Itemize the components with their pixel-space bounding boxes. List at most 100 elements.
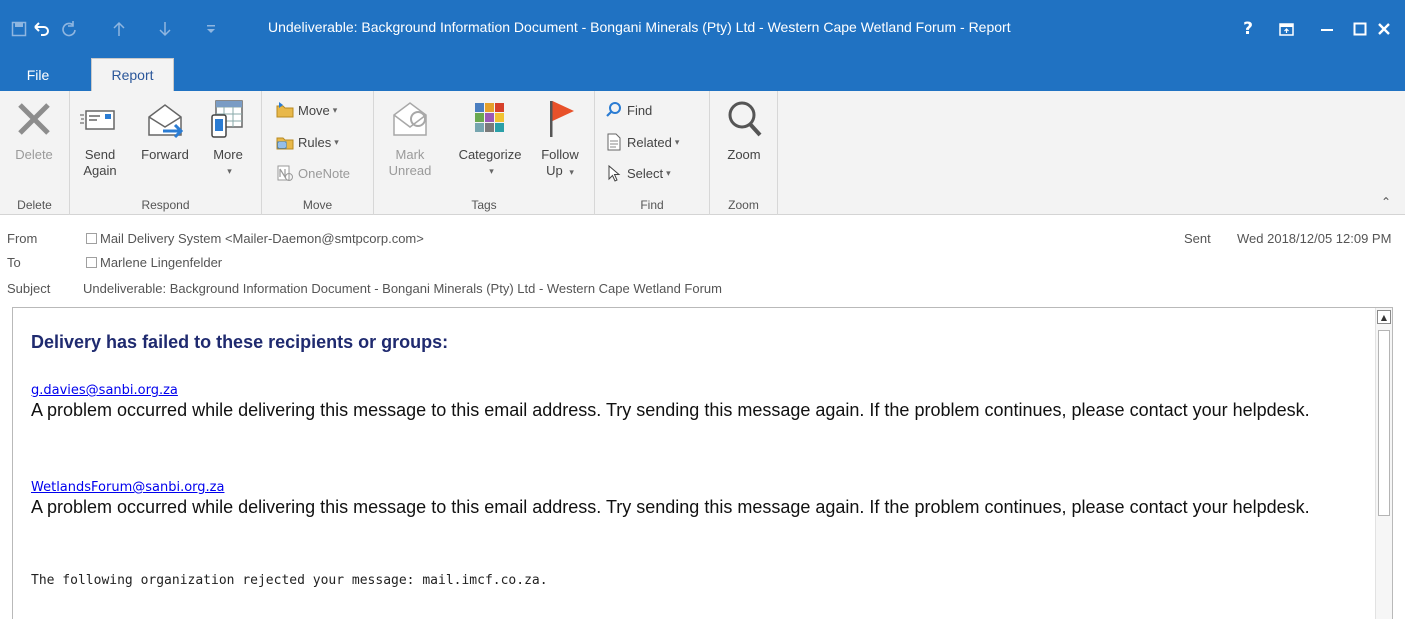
- scroll-up-arrow-icon[interactable]: ▲: [1377, 310, 1391, 324]
- mark-unread-button[interactable]: Mark Unread: [386, 97, 434, 179]
- follow-up-button[interactable]: Follow Up ▾: [534, 97, 586, 180]
- forward-label: Forward: [141, 147, 189, 162]
- onenote-label: OneNote: [298, 165, 351, 181]
- undo-icon[interactable]: [28, 14, 54, 44]
- subject-value: Undeliverable: Background Information Do…: [83, 281, 722, 296]
- to-row: To Marlene Lingenfelder: [0, 255, 1405, 275]
- follow-up-caret: ▾: [569, 167, 574, 177]
- to-value[interactable]: Marlene Lingenfelder: [86, 255, 222, 270]
- mark-unread-label-2: Unread: [388, 163, 432, 178]
- forward-icon: [148, 104, 184, 139]
- select-button[interactable]: Select ▾: [605, 162, 671, 184]
- delete-button[interactable]: Delete: [4, 97, 64, 163]
- title-bar: Undeliverable: Background Information Do…: [0, 0, 1405, 58]
- ribbon-tab-row: File Report: [0, 58, 1405, 91]
- send-again-label-2: Again: [83, 163, 117, 178]
- customize-icon[interactable]: [198, 14, 224, 44]
- related-label: Related: [627, 134, 672, 150]
- delete-label: Delete: [15, 147, 53, 162]
- from-label: From: [7, 231, 38, 246]
- onenote-icon: [277, 165, 293, 181]
- more-label: More: [213, 147, 243, 162]
- ribbon-group-tags: Mark Unread Categorize ▾ Follow Up ▾ Tag…: [374, 91, 595, 215]
- vertical-scrollbar[interactable]: ▲: [1375, 308, 1392, 619]
- close-button[interactable]: [1365, 12, 1403, 46]
- related-button[interactable]: Related ▾: [605, 131, 679, 153]
- move-caret: ▾: [332, 104, 338, 115]
- message-header: From Mail Delivery System <Mailer-Daemon…: [0, 225, 1405, 305]
- rules-icon: [276, 137, 294, 150]
- ribbon-display-options-button[interactable]: [1267, 12, 1305, 46]
- send-again-label-1: Send: [84, 147, 116, 162]
- help-button[interactable]: ?: [1229, 12, 1267, 46]
- scrollbar-thumb[interactable]: [1378, 330, 1390, 516]
- tab-report[interactable]: Report: [91, 58, 174, 91]
- zoom-button[interactable]: Zoom: [718, 97, 770, 163]
- from-row: From Mail Delivery System <Mailer-Daemon…: [0, 231, 1405, 251]
- mark-unread-label-1: Mark: [395, 147, 425, 162]
- find-label: Find: [627, 102, 653, 118]
- select-caret: ▾: [666, 167, 671, 178]
- categorize-label: Categorize: [458, 147, 522, 162]
- select-label: Select: [627, 165, 664, 181]
- group-label-move: Move: [302, 198, 333, 212]
- from-value[interactable]: Mail Delivery System <Mailer-Daemon@smtp…: [86, 231, 424, 246]
- ribbon-group-zoom: Zoom Zoom: [710, 91, 778, 215]
- find-button[interactable]: Find: [605, 99, 652, 121]
- more-respond-button[interactable]: More ▾: [204, 97, 252, 179]
- down-arrow-icon[interactable]: [152, 14, 178, 44]
- ribbon-group-delete: Delete Delete: [0, 91, 70, 215]
- recipient-email-link[interactable]: g.davies@sanbi.org.za: [31, 383, 178, 398]
- related-document-icon: [607, 133, 621, 151]
- categorize-icon: [475, 103, 504, 132]
- group-label-respond: Respond: [141, 198, 190, 212]
- recipient-error-message: A problem occurred while delivering this…: [31, 400, 1310, 420]
- forward-button[interactable]: Forward: [132, 97, 198, 163]
- move-label: Move: [298, 102, 330, 118]
- redo-icon[interactable]: [56, 14, 82, 44]
- to-address: Marlene Lingenfelder: [100, 255, 223, 270]
- window-title: Undeliverable: Background Information Do…: [268, 19, 1011, 35]
- sent-label: Sent: [1184, 231, 1211, 246]
- recipient-contact-checkbox-icon: [86, 257, 97, 268]
- follow-up-flag-icon: [550, 101, 574, 137]
- ribbon-group-find: Find Related ▾ Select ▾ Find: [595, 91, 710, 215]
- folder-move-icon: [276, 102, 294, 118]
- sent-value: Wed 2018/12/05 12:09 PM: [1237, 231, 1392, 246]
- move-button[interactable]: Move ▾: [276, 99, 337, 121]
- message-body[interactable]: Delivery has failed to these recipients …: [12, 307, 1393, 619]
- find-search-icon: [606, 102, 621, 117]
- send-again-button[interactable]: Send Again: [76, 97, 124, 179]
- up-arrow-icon[interactable]: [106, 14, 132, 44]
- onenote-button[interactable]: OneNote: [276, 162, 350, 184]
- group-label-zoom: Zoom: [728, 198, 759, 212]
- recipient-error-message: A problem occurred while delivering this…: [31, 497, 1310, 517]
- sender-contact-checkbox-icon: [86, 233, 97, 244]
- to-label: To: [7, 255, 21, 270]
- tab-file[interactable]: File: [6, 58, 70, 91]
- subject-label: Subject: [7, 281, 51, 296]
- zoom-label: Zoom: [727, 147, 761, 162]
- ribbon: Delete Delete Send Again Forward More ▾ …: [0, 91, 1405, 215]
- rules-caret: ▾: [334, 136, 339, 147]
- ribbon-group-move: Move ▾ Rules ▾ OneNote Move: [262, 91, 374, 215]
- group-label-tags: Tags: [471, 198, 497, 212]
- categorize-caret: ▾: [489, 166, 494, 176]
- rules-label: Rules: [298, 134, 332, 150]
- group-label-delete: Delete: [17, 198, 52, 212]
- categorize-button[interactable]: Categorize ▾: [450, 97, 530, 179]
- cursor-select-icon: [608, 164, 621, 182]
- mark-unread-icon: [393, 102, 427, 136]
- follow-up-label-1: Follow: [541, 147, 579, 162]
- subject-row: Subject Undeliverable: Background Inform…: [0, 281, 1405, 301]
- ribbon-group-respond: Send Again Forward More ▾ Respond: [70, 91, 262, 215]
- related-caret: ▾: [674, 136, 680, 147]
- zoom-magnifier-icon: [728, 101, 762, 137]
- recipient-email-link[interactable]: WetlandsForum@sanbi.org.za: [31, 480, 224, 495]
- rules-button[interactable]: Rules ▾: [276, 131, 339, 153]
- delete-x-icon: [18, 103, 50, 135]
- collapse-ribbon-chevron-icon[interactable]: ⌃: [1381, 195, 1391, 209]
- ndr-heading: Delivery has failed to these recipients …: [31, 332, 449, 352]
- rejection-note: The following organization rejected your…: [31, 573, 548, 588]
- send-again-icon: [80, 110, 115, 130]
